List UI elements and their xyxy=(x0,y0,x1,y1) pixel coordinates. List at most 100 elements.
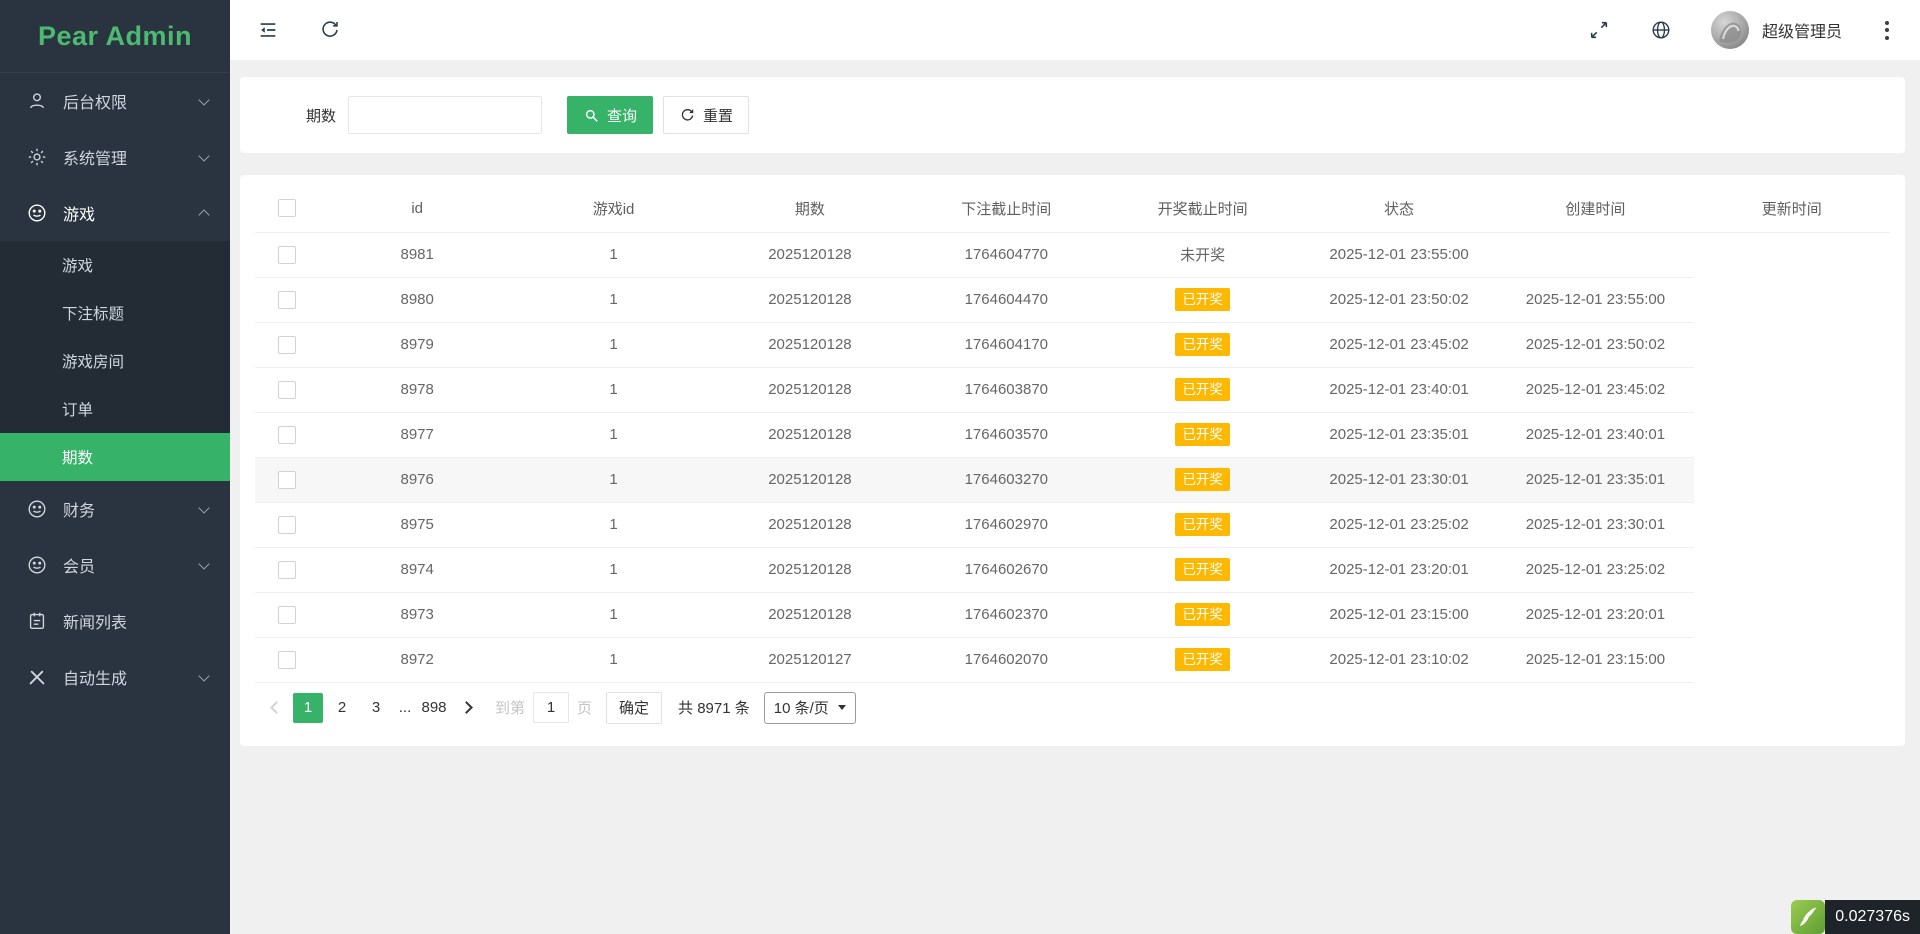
language-button[interactable] xyxy=(1649,18,1673,42)
sidebar-item-autogen[interactable]: 自动生成 xyxy=(0,649,230,705)
sidebar-item-label: 财务 xyxy=(63,497,200,521)
cell-game-id: 1 xyxy=(515,457,711,502)
cell-bet-deadline: 1764602070 xyxy=(908,637,1104,682)
cell-bet-deadline: 1764604770 xyxy=(908,232,1104,277)
user-menu[interactable]: 超级管理员 xyxy=(1711,11,1842,49)
cell-bet-deadline: 1764603270 xyxy=(908,457,1104,502)
row-checkbox[interactable] xyxy=(278,561,296,579)
search-form: 期数 查询 重置 xyxy=(240,77,1905,153)
period-search-input[interactable] xyxy=(348,96,542,134)
next-page-button[interactable] xyxy=(451,693,481,723)
row-checkbox[interactable] xyxy=(278,381,296,399)
sidebar-item-member[interactable]: 会员 xyxy=(0,537,230,593)
goto-page-input[interactable] xyxy=(533,692,569,723)
search-icon xyxy=(583,107,600,124)
total-count-label: 共 8971 条 xyxy=(678,697,750,718)
row-checkbox[interactable] xyxy=(278,516,296,534)
more-button[interactable] xyxy=(1880,16,1894,45)
cell-status: 已开奖 xyxy=(1105,547,1301,592)
period-table: id 游戏id 期数 下注截止时间 开奖截止时间 状态 创建时间 更新时间 89… xyxy=(255,185,1890,683)
sidebar-item-game[interactable]: 游戏 xyxy=(0,185,230,241)
table-row: 8972 1 2025120127 1764602070 已开奖 2025-12… xyxy=(255,637,1890,682)
table-row: 8981 1 2025120128 1764604770 未开奖 2025-12… xyxy=(255,232,1890,277)
cell-game-id: 1 xyxy=(515,502,711,547)
page-button-3[interactable]: 3 xyxy=(361,693,391,723)
query-button[interactable]: 查询 xyxy=(567,96,653,134)
table-row: 8976 1 2025120128 1764603270 已开奖 2025-12… xyxy=(255,457,1890,502)
topbar: 超级管理员 xyxy=(230,0,1920,60)
cell-created: 2025-12-01 23:10:02 xyxy=(1301,637,1497,682)
page-button-1[interactable]: 1 xyxy=(293,693,323,723)
submenu-item-order[interactable]: 订单 xyxy=(0,385,230,433)
status-badge: 已开奖 xyxy=(1175,468,1230,491)
submenu-item-game[interactable]: 游戏 xyxy=(0,241,230,289)
cell-updated: 2025-12-01 23:15:00 xyxy=(1497,637,1693,682)
table-row: 8978 1 2025120128 1764603870 已开奖 2025-12… xyxy=(255,367,1890,412)
submenu-item-bet-title[interactable]: 下注标题 xyxy=(0,289,230,337)
status-badge: 已开奖 xyxy=(1175,423,1230,446)
select-all-checkbox[interactable] xyxy=(278,199,296,217)
submenu-item-game-room[interactable]: 游戏房间 xyxy=(0,337,230,385)
sidebar-item-permissions[interactable]: 后台权限 xyxy=(0,73,230,129)
cell-updated: 2025-12-01 23:45:02 xyxy=(1497,367,1693,412)
cell-created: 2025-12-01 23:55:00 xyxy=(1301,232,1497,277)
row-checkbox[interactable] xyxy=(278,291,296,309)
chevron-up-icon xyxy=(198,209,209,220)
cell-period: 2025120127 xyxy=(712,637,908,682)
menu-collapse-button[interactable] xyxy=(256,18,280,42)
cell-updated: 2025-12-01 23:40:01 xyxy=(1497,412,1693,457)
cell-game-id: 1 xyxy=(515,637,711,682)
sidebar-item-finance[interactable]: 财务 xyxy=(0,481,230,537)
row-checkbox[interactable] xyxy=(278,246,296,264)
cell-game-id: 1 xyxy=(515,322,711,367)
cell-game-id: 1 xyxy=(515,277,711,322)
reset-button[interactable]: 重置 xyxy=(663,96,749,134)
column-header-game-id: 游戏id xyxy=(515,185,711,232)
row-checkbox[interactable] xyxy=(278,426,296,444)
row-checkbox[interactable] xyxy=(278,336,296,354)
sidebar-item-system[interactable]: 系统管理 xyxy=(0,129,230,185)
status-badge: 已开奖 xyxy=(1175,558,1230,581)
goto-confirm-button[interactable]: 确定 xyxy=(606,692,662,724)
status-badge: 已开奖 xyxy=(1175,333,1230,356)
avatar xyxy=(1711,11,1749,49)
chevron-down-icon xyxy=(198,502,209,513)
table-row: 8974 1 2025120128 1764602670 已开奖 2025-12… xyxy=(255,547,1890,592)
column-header-bet-deadline: 下注截止时间 xyxy=(908,185,1104,232)
prev-page-button[interactable] xyxy=(261,693,291,723)
sidebar-item-label: 系统管理 xyxy=(63,145,200,169)
thinkphp-logo-icon[interactable] xyxy=(1791,900,1825,934)
chevron-right-icon xyxy=(460,701,473,714)
row-checkbox[interactable] xyxy=(278,606,296,624)
fullscreen-button[interactable] xyxy=(1587,18,1611,42)
submenu-item-label: 期数 xyxy=(62,446,93,468)
status-badge: 已开奖 xyxy=(1175,288,1230,311)
row-checkbox[interactable] xyxy=(278,651,296,669)
cell-period: 2025120128 xyxy=(712,412,908,457)
page-content: 期数 查询 重置 id 游戏id 期数 下注截止时间 xyxy=(230,60,1920,934)
submenu-item-label: 订单 xyxy=(62,398,93,420)
cell-updated: 2025-12-01 23:55:00 xyxy=(1497,277,1693,322)
cell-status: 已开奖 xyxy=(1105,592,1301,637)
refresh-button[interactable] xyxy=(318,18,342,42)
page-button-2[interactable]: 2 xyxy=(327,693,357,723)
submenu-item-period[interactable]: 期数 xyxy=(0,433,230,481)
sidebar-item-news[interactable]: 新闻列表 xyxy=(0,593,230,649)
cell-period: 2025120128 xyxy=(712,457,908,502)
chevron-down-icon xyxy=(198,670,209,681)
sidebar-submenu-game: 游戏 下注标题 游戏房间 订单 期数 xyxy=(0,241,230,481)
status-badge: 未开奖 xyxy=(1180,247,1225,264)
cell-created: 2025-12-01 23:35:01 xyxy=(1301,412,1497,457)
cell-id: 8979 xyxy=(319,322,515,367)
status-badge: 已开奖 xyxy=(1175,603,1230,626)
row-checkbox[interactable] xyxy=(278,471,296,489)
globe-icon xyxy=(1650,19,1672,41)
column-header-draw-deadline: 开奖截止时间 xyxy=(1105,185,1301,232)
smiley-icon xyxy=(26,554,48,576)
smiley-icon xyxy=(26,202,48,224)
goto-suffix-label: 页 xyxy=(577,697,592,718)
cell-id: 8974 xyxy=(319,547,515,592)
cell-game-id: 1 xyxy=(515,367,711,412)
page-button-898[interactable]: 898 xyxy=(419,693,449,723)
page-size-select[interactable]: 10 条/页 xyxy=(764,692,856,724)
